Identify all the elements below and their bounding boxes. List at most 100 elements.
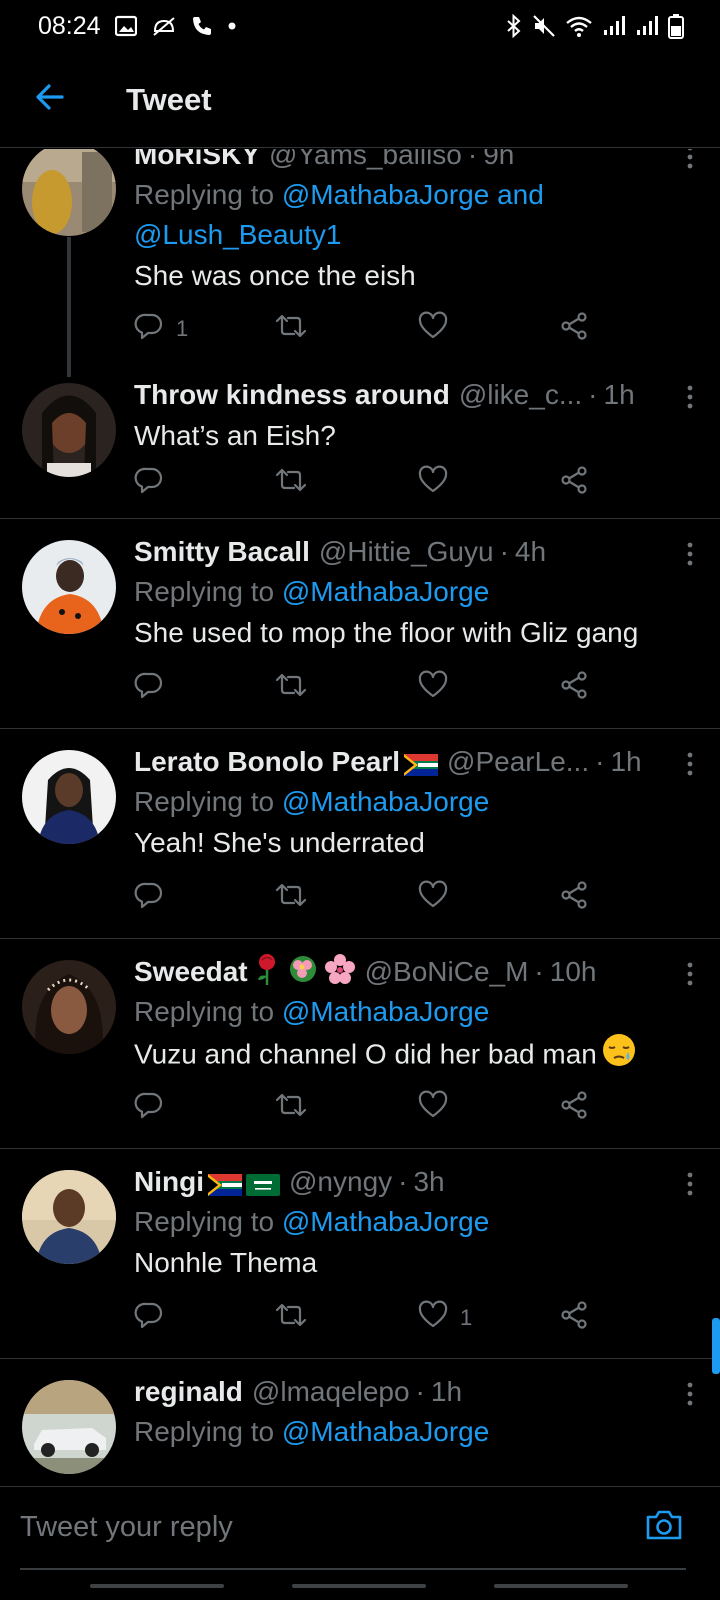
reply-button[interactable] — [134, 1300, 164, 1336]
avatar[interactable] — [22, 540, 116, 634]
mention-link[interactable]: @MathabaJorge — [282, 1206, 489, 1237]
avatar[interactable] — [22, 383, 116, 477]
tweet-author-handle[interactable]: @PearLe... — [447, 746, 589, 778]
tweet-author-name[interactable]: Sweedat — [134, 956, 248, 988]
retweet-icon — [274, 1090, 308, 1126]
share-button[interactable] — [560, 880, 590, 916]
like-button[interactable] — [418, 465, 448, 501]
reply-button[interactable] — [134, 670, 164, 706]
replying-to: Replying to @MathabaJorge and @Lush_Beau… — [134, 175, 700, 255]
tweet-author-name[interactable]: reginald — [134, 1376, 243, 1408]
separator-dot: · — [415, 1376, 425, 1407]
tweet-author-handle[interactable]: @lmaqelepo — [252, 1376, 410, 1408]
avatar[interactable] — [22, 1170, 116, 1264]
retweet-icon — [274, 465, 308, 501]
avatar[interactable] — [22, 149, 116, 236]
heart-icon — [418, 1090, 448, 1126]
share-button[interactable] — [560, 311, 590, 347]
reply-feed[interactable]: MoRiSKY @Yams_balliso · 9h Replying to @… — [0, 149, 720, 1485]
more-options-icon[interactable] — [680, 383, 700, 411]
avatar[interactable] — [22, 1380, 116, 1474]
status-time: 08:24 — [38, 11, 101, 40]
tweet-item[interactable]: MoRiSKY @Yams_balliso · 9h Replying to @… — [0, 149, 720, 377]
replying-to-label: Replying to — [134, 996, 275, 1027]
reply-icon — [134, 311, 164, 347]
tweet-item[interactable]: reginald @lmaqelepo · 1h Replying to @Ma… — [0, 1360, 720, 1485]
cherry-blossom-emoji-icon — [324, 953, 356, 992]
mention-link[interactable]: @MathabaJorge — [282, 1416, 489, 1447]
tweet-time: 3h — [413, 1166, 445, 1197]
more-options-icon[interactable] — [680, 750, 700, 778]
separator-dot: · — [499, 536, 509, 567]
replying-to-label: Replying to — [134, 1416, 275, 1447]
retweet-button[interactable] — [274, 880, 308, 916]
tweet-text: She was once the eish — [134, 260, 416, 291]
tweet-author-handle[interactable]: @Hittie_Guyu — [319, 536, 494, 568]
mention-link[interactable]: @MathabaJorge — [282, 786, 489, 817]
tweet-text: What’s an Eish? — [134, 420, 336, 451]
retweet-button[interactable] — [274, 670, 308, 706]
separator-dot: · — [588, 379, 598, 410]
reply-button[interactable]: 1 — [134, 311, 188, 347]
replying-to-label: Replying to — [134, 179, 275, 210]
tweet-time: 10h — [549, 956, 597, 987]
tweet-item[interactable]: Ningi @nyngy · 3h Replying to @MathabaJo… — [0, 1150, 720, 1359]
like-button[interactable]: 1 — [418, 1300, 472, 1336]
tweet-item[interactable]: Sweedat @BoNiCe_M · 10h Replying to @Mat… — [0, 940, 720, 1149]
avatar[interactable] — [22, 960, 116, 1054]
tweet-author-name[interactable]: Smitty Bacall — [134, 536, 310, 568]
mention-link[interactable]: @Lush_Beauty1 — [134, 219, 341, 250]
nav-home-button[interactable] — [292, 1584, 426, 1588]
retweet-button[interactable] — [274, 1300, 308, 1336]
scrollbar-thumb[interactable] — [712, 1318, 720, 1374]
tweet-author-handle[interactable]: @Yams_balliso — [269, 149, 462, 171]
share-button[interactable] — [560, 1090, 590, 1126]
separator-dot: · — [398, 1166, 408, 1197]
like-button[interactable] — [418, 670, 448, 706]
tweet-author-name[interactable]: MoRiSKY — [134, 149, 260, 171]
more-options-icon[interactable] — [680, 149, 700, 171]
share-icon — [560, 465, 590, 501]
more-options-icon[interactable] — [680, 1170, 700, 1198]
share-button[interactable] — [560, 1300, 590, 1336]
tweet-author-handle[interactable]: @nyngy — [289, 1166, 392, 1198]
reply-icon — [134, 1090, 164, 1126]
like-button[interactable] — [418, 311, 460, 347]
tweet-author-name[interactable]: Throw kindness around — [134, 379, 450, 411]
like-count: 1 — [460, 1305, 473, 1330]
tweet-author-name[interactable]: Lerato Bonolo Pearl — [134, 746, 400, 778]
reply-compose-bar: Tweet your reply — [0, 1486, 720, 1570]
retweet-button[interactable] — [274, 465, 308, 501]
nav-back-button[interactable] — [494, 1584, 628, 1588]
more-options-icon[interactable] — [680, 1380, 700, 1408]
more-options-icon[interactable] — [680, 540, 700, 568]
tweet-item[interactable]: Lerato Bonolo Pearl @PearLe... · 1h Repl… — [0, 730, 720, 939]
page-title: Tweet — [126, 81, 212, 117]
like-button[interactable] — [418, 880, 448, 916]
reply-button[interactable] — [134, 880, 164, 916]
mention-link[interactable]: @MathabaJorge and — [282, 179, 544, 210]
heart-icon — [418, 880, 448, 916]
tweet-item[interactable]: Throw kindness around @like_c... · 1h Wh… — [0, 369, 720, 519]
retweet-button[interactable] — [274, 311, 308, 347]
tweet-author-handle[interactable]: @BoNiCe_M — [365, 956, 529, 988]
reply-button[interactable] — [134, 1090, 164, 1126]
nav-recents-button[interactable] — [90, 1584, 224, 1588]
camera-button[interactable] — [644, 1505, 684, 1545]
tweet-author-handle[interactable]: @like_c... — [459, 379, 582, 411]
replying-to: Replying to @MathabaJorge — [134, 572, 700, 612]
reply-button[interactable] — [134, 465, 164, 501]
share-button[interactable] — [560, 670, 590, 706]
reply-icon — [134, 670, 164, 706]
avatar[interactable] — [22, 750, 116, 844]
tweet-item[interactable]: Smitty Bacall @Hittie_Guyu · 4h Replying… — [0, 520, 720, 729]
tweet-author-name[interactable]: Ningi — [134, 1166, 204, 1198]
retweet-button[interactable] — [274, 1090, 308, 1126]
more-options-icon[interactable] — [680, 960, 700, 988]
mention-link[interactable]: @MathabaJorge — [282, 996, 489, 1027]
reply-input[interactable]: Tweet your reply — [20, 1501, 600, 1553]
share-button[interactable] — [560, 465, 590, 501]
back-button[interactable] — [0, 52, 100, 148]
like-button[interactable] — [418, 1090, 448, 1126]
mention-link[interactable]: @MathabaJorge — [282, 576, 489, 607]
